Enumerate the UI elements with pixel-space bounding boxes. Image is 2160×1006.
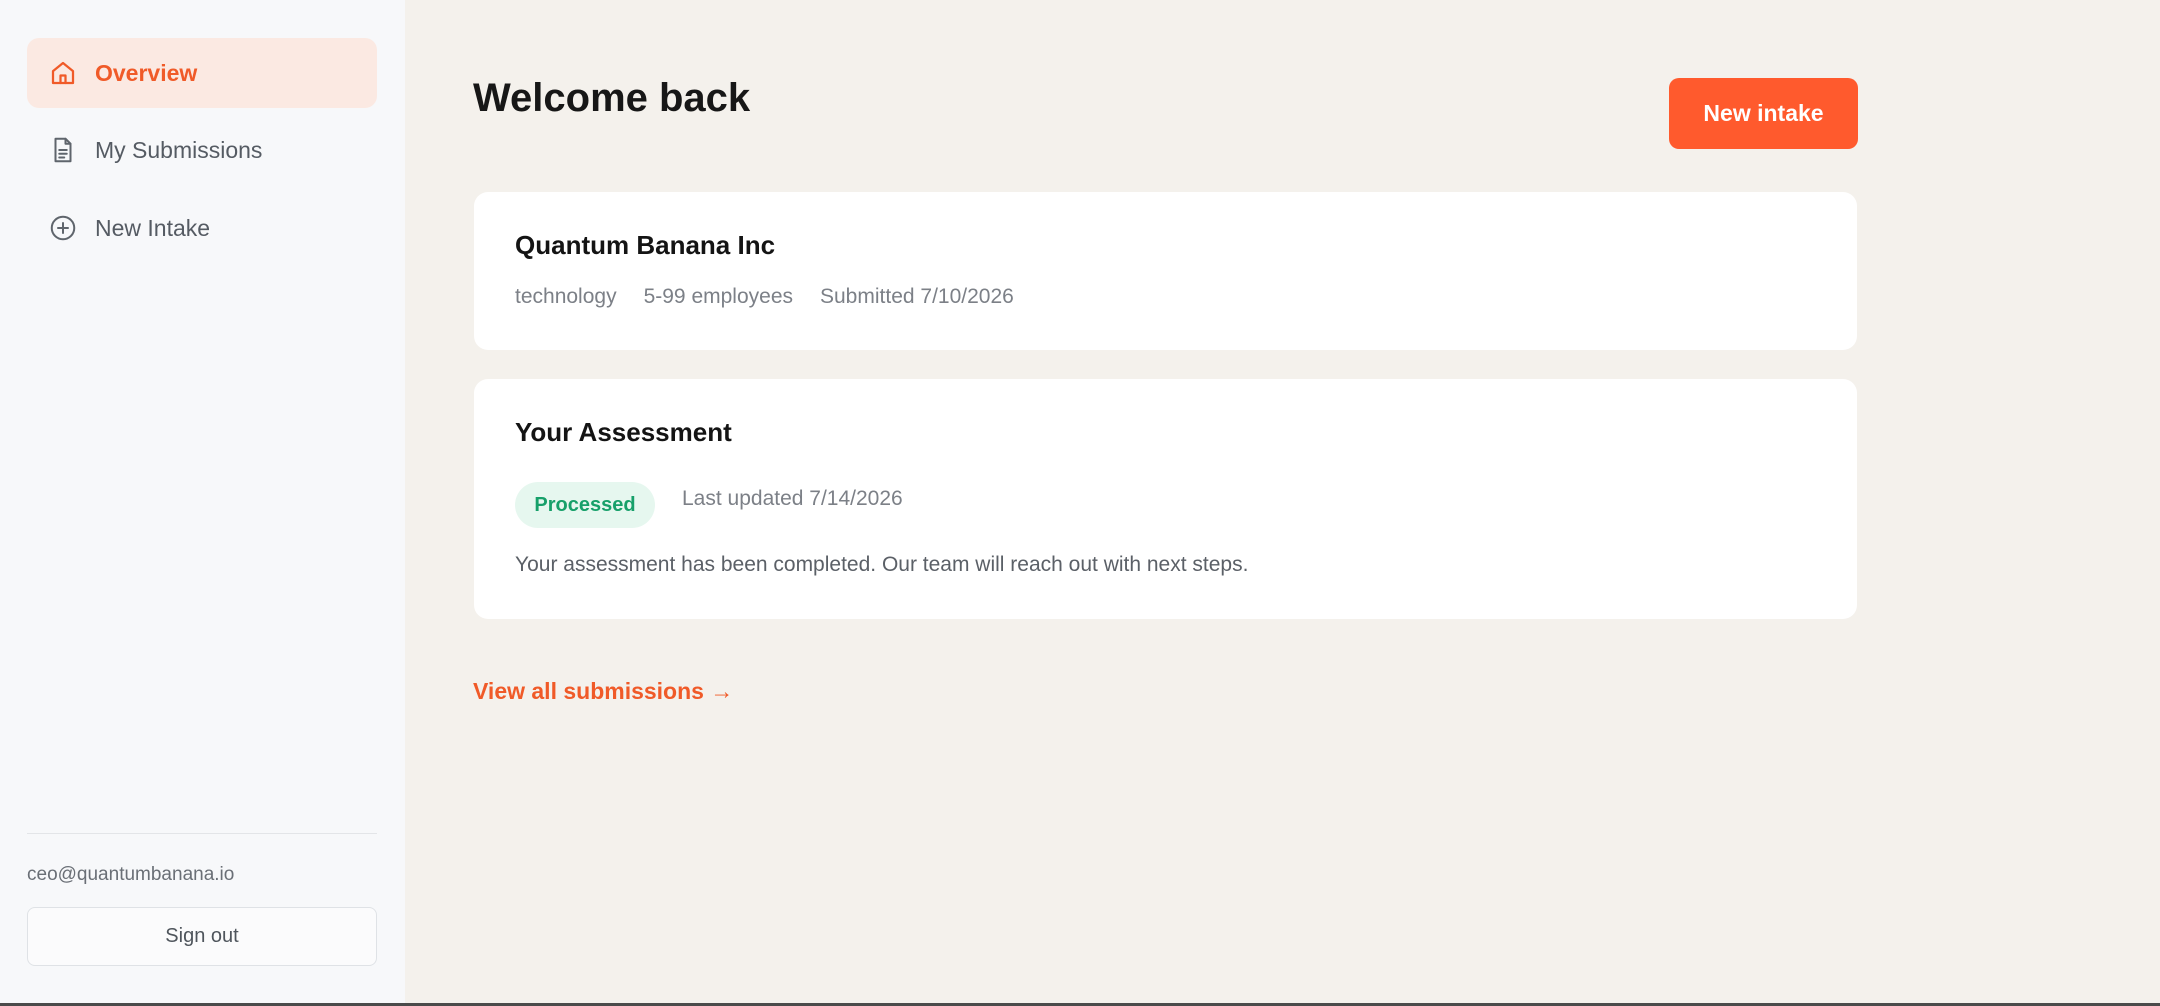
- sign-out-button[interactable]: Sign out: [27, 907, 377, 966]
- company-industry: technology: [515, 285, 617, 308]
- sidebar: Overview My Submissions New Intake ceo@q…: [0, 0, 405, 1003]
- sidebar-item-label: Overview: [95, 59, 198, 86]
- company-size: 5-99 employees: [643, 285, 793, 308]
- view-all-submissions-link[interactable]: View all submissions →: [473, 678, 733, 705]
- company-card: Quantum Banana Inc technology 5-99 emplo…: [474, 192, 1857, 350]
- sidebar-item-label: My Submissions: [95, 136, 263, 163]
- sidebar-item-new-intake[interactable]: New Intake: [27, 193, 377, 263]
- plus-circle-icon: [48, 213, 78, 243]
- submitted-date: Submitted 7/10/2026: [820, 285, 1014, 308]
- user-email: ceo@quantumbanana.io: [27, 864, 235, 885]
- page-title: Welcome back: [473, 76, 751, 120]
- sidebar-item-my-submissions[interactable]: My Submissions: [27, 115, 377, 185]
- company-name: Quantum Banana Inc: [515, 230, 776, 260]
- document-icon: [48, 135, 78, 165]
- sidebar-divider: [27, 833, 377, 834]
- assessment-title: Your Assessment: [515, 417, 732, 447]
- assessment-message: Your assessment has been completed. Our …: [515, 553, 1249, 576]
- assessment-card: Your Assessment Processed Last updated 7…: [474, 379, 1857, 619]
- company-meta: technology 5-99 employees Submitted 7/10…: [515, 285, 1014, 309]
- last-updated: Last updated 7/14/2026: [682, 487, 903, 510]
- sidebar-item-overview[interactable]: Overview: [27, 38, 377, 108]
- new-intake-button[interactable]: New intake: [1669, 78, 1858, 149]
- status-badge: Processed: [515, 482, 655, 528]
- home-icon: [48, 58, 78, 88]
- sidebar-item-label: New Intake: [95, 214, 211, 241]
